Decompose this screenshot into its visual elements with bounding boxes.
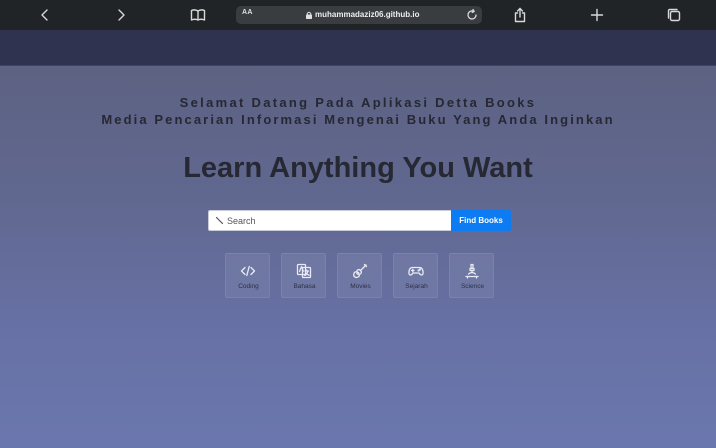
url-text: muhammadaziz06.github.io (315, 10, 420, 19)
share-button[interactable] (509, 5, 531, 25)
back-button[interactable] (34, 5, 56, 25)
tabs-icon (667, 8, 681, 22)
find-books-button[interactable]: Find Books (451, 210, 511, 231)
share-icon (514, 7, 526, 23)
category-sejarah[interactable]: Sejarah (393, 253, 438, 298)
chevron-right-icon (118, 9, 125, 21)
category-list: Coding Bahasa Movies Sejarah Science (225, 253, 495, 298)
category-movies[interactable]: Movies (337, 253, 382, 298)
page-headline: Learn Anything You Want (183, 152, 533, 184)
microscope-icon (464, 263, 480, 279)
gamepad-icon (408, 263, 424, 279)
search-form: Find Books (208, 210, 511, 231)
language-icon (296, 263, 312, 279)
lock-icon (306, 11, 312, 19)
text-size-button[interactable]: AA (242, 9, 253, 16)
tabs-button[interactable] (663, 5, 685, 25)
book-icon (190, 9, 206, 21)
guitar-icon (352, 263, 368, 279)
chevron-left-icon (41, 9, 48, 21)
welcome-line-1: Selamat Datang Pada Aplikasi Detta Books (179, 95, 537, 110)
address-bar[interactable]: AA muhammadaziz06.github.io (236, 6, 482, 24)
browser-toolbar: AA muhammadaziz06.github.io (0, 0, 716, 30)
welcome-line-2: Media Pencarian Informasi Mengenai Buku … (101, 112, 615, 127)
category-label: Bahasa (293, 283, 316, 290)
reload-icon[interactable] (465, 8, 479, 22)
category-coding[interactable]: Coding (225, 253, 270, 298)
category-science[interactable]: Science (449, 253, 494, 298)
code-icon (240, 263, 256, 279)
search-icon (215, 216, 224, 225)
new-tab-button[interactable] (586, 5, 608, 25)
search-input[interactable] (208, 210, 451, 231)
hero-section: Selamat Datang Pada Aplikasi Detta Books… (0, 66, 716, 448)
site-navbar (0, 30, 716, 66)
plus-icon (590, 8, 604, 22)
category-label: Movies (350, 283, 371, 290)
bookmarks-button[interactable] (187, 5, 209, 25)
forward-button[interactable] (110, 5, 132, 25)
category-label: Sejarah (405, 283, 428, 290)
category-label: Science (460, 283, 485, 290)
category-bahasa[interactable]: Bahasa (281, 253, 326, 298)
category-label: Coding (238, 283, 259, 290)
